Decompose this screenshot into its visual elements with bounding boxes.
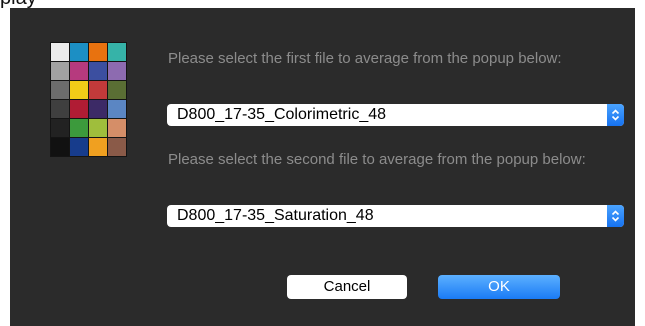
color-patch: [51, 138, 69, 156]
color-patch: [70, 81, 88, 99]
popup-arrows-icon[interactable]: [607, 205, 624, 227]
color-patch: [108, 81, 126, 99]
cancel-button[interactable]: Cancel: [287, 275, 407, 299]
first-file-selected-value: D800_17-35_Colorimetric_48: [177, 106, 387, 123]
color-patch: [51, 81, 69, 99]
color-patch: [70, 43, 88, 61]
color-patch: [51, 100, 69, 118]
color-patch: [108, 119, 126, 137]
color-patch: [108, 62, 126, 80]
average-files-dialog: Please select the first file to average …: [10, 8, 635, 326]
first-file-prompt: Please select the first file to average …: [168, 50, 562, 67]
color-patch: [70, 119, 88, 137]
color-patch: [89, 138, 107, 156]
color-checker-icon: [50, 42, 127, 157]
color-patch: [89, 119, 107, 137]
color-patch: [89, 43, 107, 61]
color-patch: [108, 43, 126, 61]
color-patch: [51, 119, 69, 137]
first-file-popup[interactable]: D800_17-35_Colorimetric_48: [167, 104, 624, 126]
background-window-strip: play: [0, 0, 645, 8]
color-patch: [51, 62, 69, 80]
color-patch: [89, 81, 107, 99]
color-patch: [89, 100, 107, 118]
clipped-text: play: [0, 0, 37, 8]
ok-button[interactable]: OK: [438, 275, 560, 299]
second-file-selected-value: D800_17-35_Saturation_48: [177, 207, 374, 224]
color-patch: [70, 62, 88, 80]
color-patch: [51, 43, 69, 61]
color-patch: [70, 100, 88, 118]
color-patch: [70, 138, 88, 156]
color-patch: [108, 138, 126, 156]
second-file-prompt: Please select the second file to average…: [168, 151, 586, 168]
color-patch: [108, 100, 126, 118]
second-file-popup[interactable]: D800_17-35_Saturation_48: [167, 205, 624, 227]
color-patch: [89, 62, 107, 80]
popup-arrows-icon[interactable]: [607, 104, 624, 126]
